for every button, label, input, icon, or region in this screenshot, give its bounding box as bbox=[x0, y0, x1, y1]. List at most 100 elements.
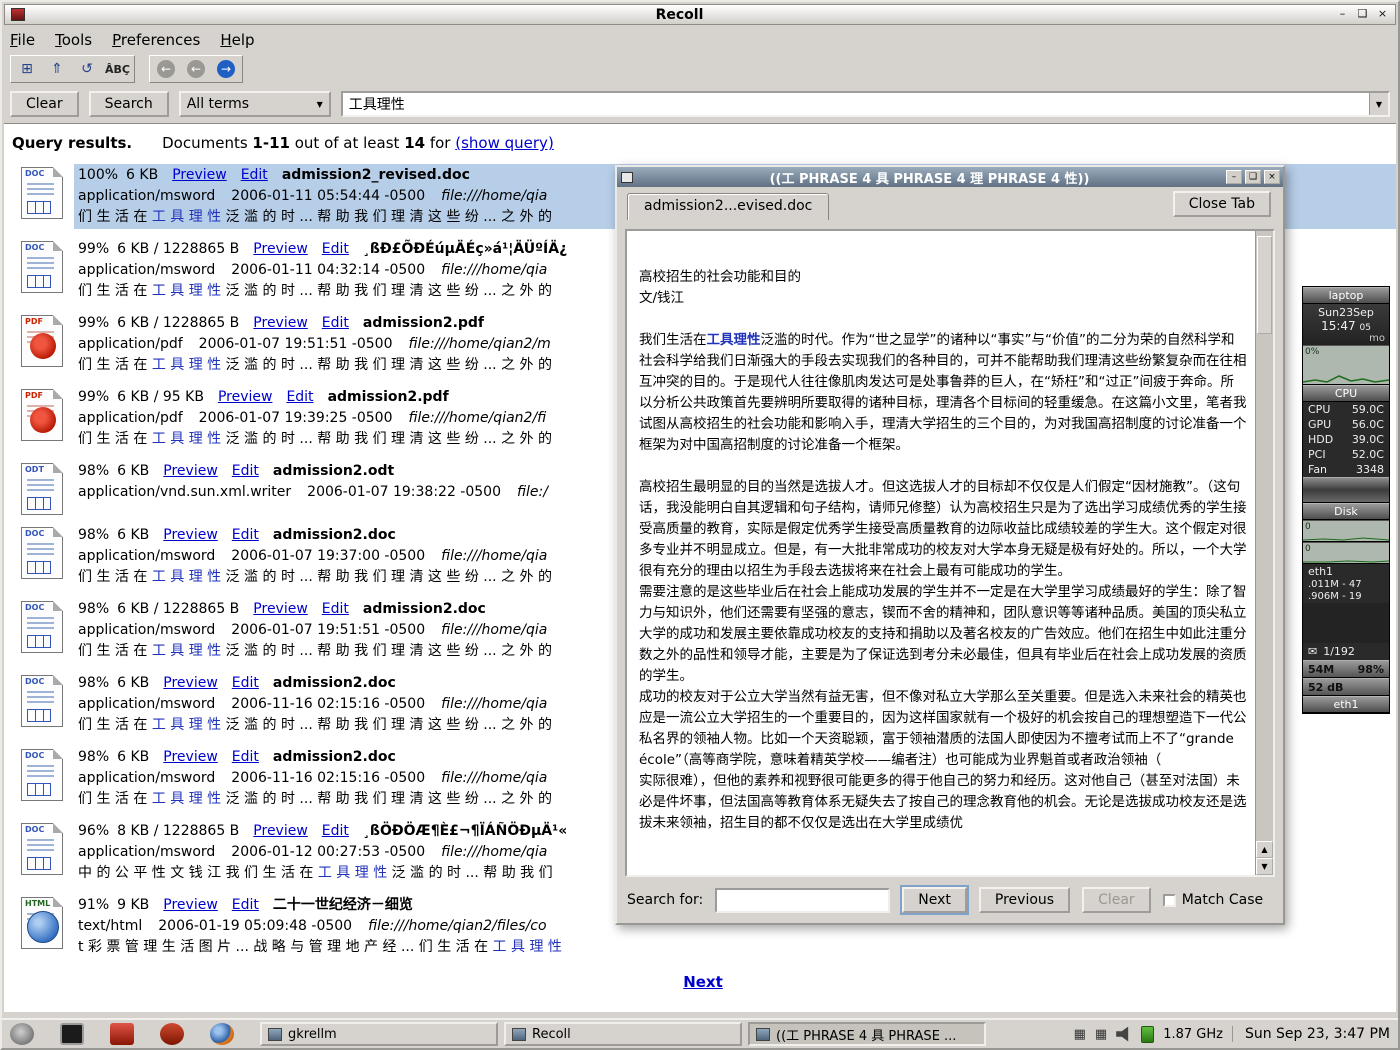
term-explorer-icon[interactable]: ↺ bbox=[75, 58, 99, 80]
edit-link[interactable]: Edit bbox=[232, 749, 259, 765]
menu-file[interactable]: File bbox=[8, 29, 45, 51]
scroll-down-button[interactable]: ▼ bbox=[1256, 858, 1273, 875]
window-titlebar[interactable]: Recoll – ❑ × bbox=[4, 4, 1396, 25]
preview-link[interactable]: Preview bbox=[253, 601, 308, 617]
taskbar-clock[interactable]: Sun Sep 23, 3:47 PM bbox=[1232, 1026, 1390, 1042]
result-size: 6 KB bbox=[117, 527, 149, 543]
result-date: 2006-01-07 19:39:25 -0500 bbox=[199, 410, 393, 426]
find-input[interactable] bbox=[715, 888, 890, 913]
edit-link[interactable]: Edit bbox=[322, 315, 349, 331]
spell-expand-icon[interactable]: ÂBÇ bbox=[105, 58, 130, 80]
edit-link[interactable]: Edit bbox=[232, 463, 259, 479]
preview-link[interactable]: Preview bbox=[218, 389, 273, 405]
preview-close-button[interactable]: × bbox=[1264, 170, 1280, 184]
keyboard-indicator-icon[interactable]: ▦ bbox=[1074, 1028, 1086, 1041]
preview-document: 高校招生的社会功能和目的文/钱江 我们生活在工具理性泛滥的时代。作为“世之显学”… bbox=[625, 229, 1275, 877]
search-mode-value: All terms bbox=[187, 96, 249, 112]
first-page-icon[interactable]: ← bbox=[154, 58, 178, 80]
result-snippet: t 彩 票 管 理 生 活 图 片 ... 战 略 与 管 理 地 产 经 ..… bbox=[78, 937, 1392, 958]
result-size: 6 KB / 95 KB bbox=[117, 389, 204, 405]
result-size: 8 KB / 1228865 B bbox=[117, 823, 239, 839]
maximize-button[interactable]: ❑ bbox=[1354, 7, 1371, 22]
package-launcher-icon[interactable] bbox=[160, 1023, 184, 1045]
search-query-input[interactable] bbox=[343, 93, 1369, 115]
search-bar: Clear Search All terms ▼ ▼ bbox=[10, 90, 1390, 118]
search-mode-select[interactable]: All terms ▼ bbox=[179, 91, 331, 117]
preview-maximize-button[interactable]: ❑ bbox=[1245, 170, 1261, 184]
find-clear-button[interactable]: Clear bbox=[1082, 887, 1151, 913]
search-button[interactable]: Search bbox=[89, 91, 169, 117]
results-count-text: Documents bbox=[162, 134, 252, 152]
result-size: 6 KB / 1228865 B bbox=[117, 315, 239, 331]
doc-history-icon[interactable]: ⊞ bbox=[15, 58, 39, 80]
preview-link[interactable]: Preview bbox=[253, 823, 308, 839]
find-previous-button[interactable]: Previous bbox=[979, 887, 1070, 913]
result-mime: application/msword bbox=[78, 262, 215, 278]
edit-link[interactable]: Edit bbox=[286, 389, 313, 405]
terminal-launcher-icon[interactable] bbox=[60, 1023, 84, 1045]
taskbar-task-gkrellm[interactable]: gkrellm bbox=[260, 1022, 498, 1046]
edit-link[interactable]: Edit bbox=[322, 601, 349, 617]
preview-minimize-button[interactable]: – bbox=[1226, 170, 1242, 184]
media-player-launcher-icon[interactable] bbox=[110, 1023, 134, 1045]
clear-button[interactable]: Clear bbox=[10, 91, 79, 117]
menu-help[interactable]: Help bbox=[218, 29, 264, 51]
find-next-button[interactable]: Next bbox=[902, 887, 967, 913]
file-type-icon: PDF bbox=[10, 312, 74, 377]
result-relevance: 99% bbox=[78, 241, 109, 257]
preview-text[interactable]: 高校招生的社会功能和目的文/钱江 我们生活在工具理性泛滥的时代。作为“世之显学”… bbox=[627, 231, 1255, 875]
volume-icon[interactable] bbox=[1116, 1027, 1132, 1042]
match-case-checkbox[interactable] bbox=[1163, 894, 1176, 907]
result-mime: application/msword bbox=[78, 622, 215, 638]
minimize-button[interactable]: – bbox=[1334, 7, 1351, 22]
edit-link[interactable]: Edit bbox=[232, 897, 259, 913]
menu-preferences[interactable]: Preferences bbox=[110, 29, 210, 51]
edit-link[interactable]: Edit bbox=[322, 241, 349, 257]
next-page-link[interactable]: Next bbox=[683, 973, 723, 991]
close-tab-button[interactable]: Close Tab bbox=[1173, 191, 1271, 217]
preview-window[interactable]: ((工 PHRASE 4 具 PHRASE 4 理 PHRASE 4 性)) –… bbox=[615, 165, 1285, 925]
preview-link[interactable]: Preview bbox=[163, 527, 218, 543]
result-size: 6 KB bbox=[126, 167, 158, 183]
query-combobox[interactable]: ▼ bbox=[341, 91, 1390, 117]
result-url: file:/ bbox=[517, 484, 548, 500]
scroll-up-button[interactable]: ▲ bbox=[1256, 841, 1273, 858]
close-button[interactable]: × bbox=[1374, 7, 1391, 22]
edit-link[interactable]: Edit bbox=[322, 823, 349, 839]
menu-tools[interactable]: Tools bbox=[53, 29, 102, 51]
sort-parameters-icon[interactable]: ⇑ bbox=[45, 58, 69, 80]
next-page-icon[interactable]: → bbox=[214, 58, 238, 80]
power-plug-icon[interactable] bbox=[1141, 1026, 1154, 1043]
preview-find-bar: Search for: Next Previous Clear Match Ca… bbox=[627, 885, 1273, 915]
gk-spacer bbox=[1303, 603, 1389, 643]
taskbar-task-preview[interactable]: ((工 PHRASE 4 具 PHRASE ... bbox=[748, 1022, 986, 1046]
preview-titlebar[interactable]: ((工 PHRASE 4 具 PHRASE 4 理 PHRASE 4 性)) –… bbox=[617, 167, 1283, 187]
edit-link[interactable]: Edit bbox=[241, 167, 268, 183]
result-mime: application/msword bbox=[78, 770, 215, 786]
result-mime: text/html bbox=[78, 918, 142, 934]
edit-link[interactable]: Edit bbox=[232, 675, 259, 691]
taskbar-task-recoll[interactable]: Recoll bbox=[504, 1022, 742, 1046]
preview-tab[interactable]: admission2...evised.doc bbox=[627, 193, 829, 220]
preview-link[interactable]: Preview bbox=[172, 167, 227, 183]
result-title: 二十一世纪经济－细览 bbox=[273, 897, 413, 913]
scrollbar-thumb[interactable] bbox=[1257, 236, 1272, 334]
preview-link[interactable]: Preview bbox=[163, 749, 218, 765]
preview-link[interactable]: Preview bbox=[163, 463, 218, 479]
prev-page-icon[interactable]: ← bbox=[184, 58, 208, 80]
firefox-launcher-icon[interactable] bbox=[210, 1023, 234, 1045]
query-history-dropdown[interactable]: ▼ bbox=[1369, 93, 1388, 115]
task-label: ((工 PHRASE 4 具 PHRASE ... bbox=[776, 1025, 956, 1044]
preview-scrollbar[interactable]: ▲ ▼ bbox=[1255, 231, 1273, 875]
gk-time: 15:47 05 bbox=[1307, 319, 1385, 333]
gk-sensor-row: PCI52.0C bbox=[1303, 447, 1389, 462]
task-buttons: gkrellmRecoll ((工 PHRASE 4 具 PHRASE ... bbox=[260, 1022, 986, 1046]
preview-link[interactable]: Preview bbox=[253, 315, 308, 331]
gnome-footprint-icon[interactable] bbox=[10, 1023, 34, 1045]
edit-link[interactable]: Edit bbox=[232, 527, 259, 543]
preview-link[interactable]: Preview bbox=[163, 675, 218, 691]
workspace-switcher-icon[interactable]: ▦ bbox=[1095, 1028, 1107, 1041]
preview-link[interactable]: Preview bbox=[163, 897, 218, 913]
show-query-link[interactable]: (show query) bbox=[455, 134, 554, 152]
preview-link[interactable]: Preview bbox=[253, 241, 308, 257]
